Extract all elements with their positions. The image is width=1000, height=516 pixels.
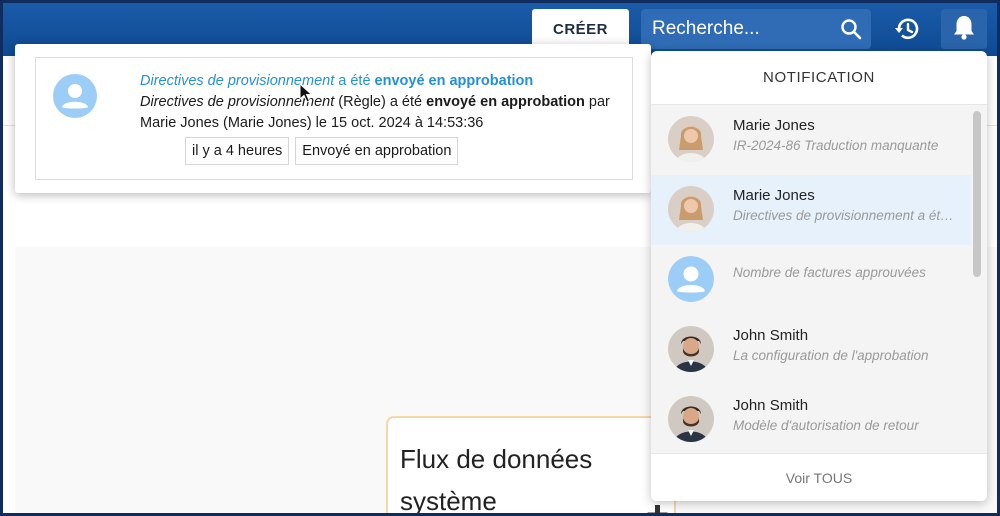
woman-avatar-icon [668,116,714,162]
notification-item[interactable]: Nombre de factures approuvées [651,245,971,315]
notification-item[interactable]: Marie Jones IR-2024-86 Traduction manqua… [651,105,971,175]
notification-panel: NOTIFICATION Marie Jones IR-2024-86 Trad… [651,51,987,501]
message-connector: a été [334,73,375,89]
search-icon[interactable] [831,9,871,49]
notification-list[interactable]: Marie Jones IR-2024-86 Traduction manqua… [651,105,987,453]
notification-panel-title: NOTIFICATION [651,51,987,105]
flow-node-card[interactable]: Flux de données système [386,416,676,516]
notification-sender: John Smith [733,327,809,344]
notification-item[interactable]: John Smith Modèle d'autorisation de reto… [651,385,971,453]
notification-preview: Modèle d'autorisation de retour [733,418,919,433]
time-badge: il y a 4 heures [185,137,290,165]
app-frame: CRÉER Recherche... Flux de données systè… [0,0,1000,516]
notification-preview: IR-2024-86 Traduction manquante [733,138,939,153]
notification-tags: il y a 4 heures Envoyé en approbation [185,137,459,165]
search-input[interactable]: Recherche... [652,18,831,40]
status-badge: Envoyé en approbation [295,137,459,165]
notification-item[interactable]: John Smith La configuration de l'approba… [651,315,971,385]
flow-node-title-line1: Flux de données [400,444,593,474]
mouse-cursor-icon [299,82,313,103]
bell-icon [951,13,977,46]
notification-detail-card: Directives de provisionnement a été envo… [35,57,633,180]
status-link[interactable]: envoyé en approbation [375,73,534,89]
create-button[interactable]: CRÉER [532,9,629,49]
notification-message: Directives de provisionnement a été envo… [140,71,630,134]
man-avatar-icon [668,326,714,372]
scrollbar-thumb[interactable] [973,111,981,277]
by-text: par [584,94,610,110]
woman-avatar-icon [668,186,714,232]
user-avatar-icon [53,74,97,118]
notification-sender: Marie Jones [733,117,815,134]
notification-preview: La configuration de l'approbation [733,348,929,363]
notification-sender: John Smith [733,397,809,414]
flow-node-title-line2: système [400,486,497,516]
notification-preview: Directives de provisionnement a été envo… [733,208,957,223]
item-type-text: (Règle) a été [334,94,427,110]
history-icon[interactable] [889,11,925,47]
status-text: envoyé en approbation [426,94,585,110]
message-line-1: Directives de provisionnement a été envo… [140,71,630,92]
plus-icon[interactable] [643,501,671,513]
notification-item-active[interactable]: Marie Jones Directives de provisionnemen… [651,175,971,245]
message-line-2: Directives de provisionnement (Règle) a … [140,92,630,113]
man-avatar-icon [668,396,714,442]
notification-sender: Marie Jones [733,187,815,204]
view-all-link[interactable]: Voir TOUS [651,453,987,501]
default-user-avatar-icon [668,256,714,302]
notification-preview: Nombre de factures approuvées [733,265,926,280]
message-line-3: Marie Jones (Marie Jones) le 15 oct. 202… [140,115,484,131]
search-box[interactable]: Recherche... [641,9,871,49]
notification-detail-popup: Directives de provisionnement a été envo… [15,44,651,193]
notification-bell-button[interactable] [941,9,987,49]
